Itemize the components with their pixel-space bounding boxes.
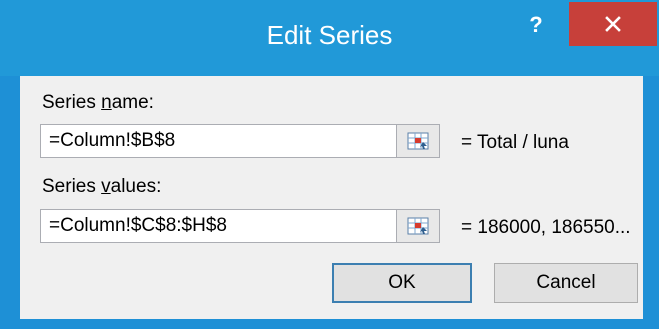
series-values-label: Series values: — [42, 176, 161, 198]
dialog-title: Edit Series — [266, 20, 393, 50]
title-bar[interactable]: Edit Series ? — [0, 0, 659, 76]
cancel-button[interactable]: Cancel — [494, 263, 638, 303]
series-values-preview: = 186000, 186550... — [461, 217, 631, 238]
series-values-range-button[interactable] — [396, 209, 440, 243]
range-select-icon — [407, 132, 429, 150]
close-icon — [605, 16, 621, 32]
series-name-label-prefix: Series — [42, 92, 102, 113]
series-values-input[interactable]: =Column!$C$8:$H$8 — [40, 209, 416, 243]
series-name-label-accel: n — [101, 92, 112, 113]
series-values-label-suffix: alues: — [110, 176, 162, 197]
help-button[interactable]: ? — [521, 8, 551, 42]
ok-button[interactable]: OK — [332, 263, 472, 303]
series-values-label-accel: v — [101, 176, 111, 197]
series-values-label-prefix: Series — [42, 176, 102, 197]
series-name-input[interactable]: =Column!$B$8 — [40, 124, 416, 158]
series-name-label-suffix: ame: — [111, 92, 154, 113]
close-button[interactable] — [569, 2, 657, 46]
series-name-preview: = Total / luna — [461, 132, 569, 153]
series-name-range-button[interactable] — [396, 124, 440, 158]
series-name-label: Series name: — [42, 92, 154, 114]
range-select-icon — [407, 217, 429, 235]
dialog-body: Series name: =Column!$B$8 = Total / luna… — [20, 76, 643, 319]
edit-series-dialog: Edit Series ? Series name: =Column!$B$8 … — [0, 0, 659, 329]
